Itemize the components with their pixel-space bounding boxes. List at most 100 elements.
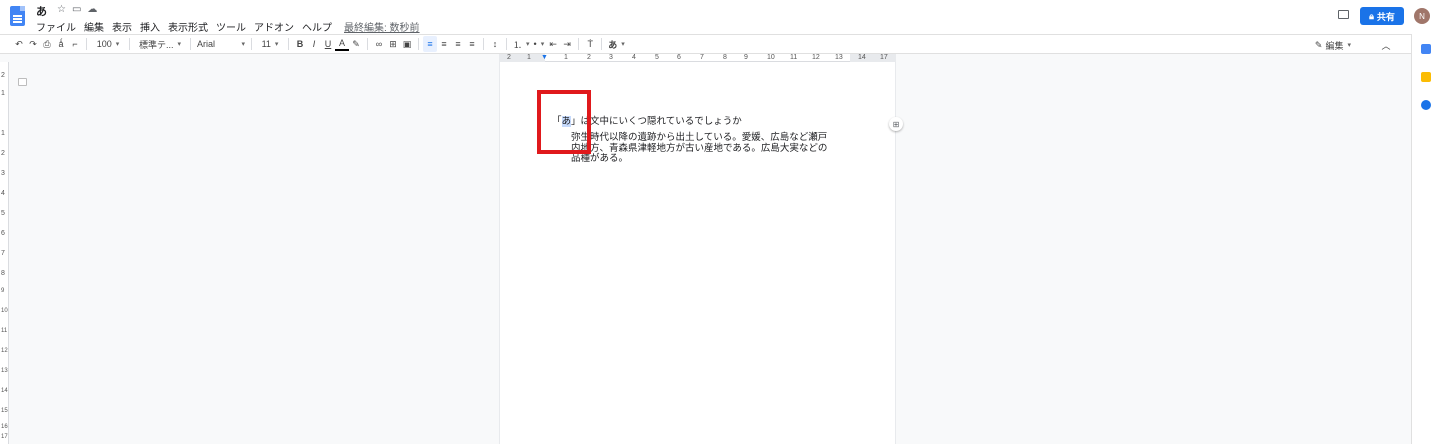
align-justify-icon[interactable]: ≡ <box>465 36 479 52</box>
ruler-tick: 17 <box>1 434 8 440</box>
last-edit-link[interactable]: 最終編集: 数秒前 <box>344 19 420 34</box>
ruler-tick: 9 <box>1 288 5 294</box>
menu-view[interactable]: 表示 <box>112 19 132 34</box>
paint-format-icon[interactable]: ⌐ <box>68 36 82 52</box>
text-color-button[interactable]: A <box>335 38 349 51</box>
toolbar-divider <box>483 38 484 50</box>
insert-comment-icon[interactable]: ⊞ <box>386 36 400 52</box>
side-panel <box>1411 34 1440 444</box>
ruler-tick: 13 <box>1 368 8 374</box>
lock-icon: 🔒︎ <box>1369 10 1374 21</box>
document-paragraph[interactable]: 弥生時代以降の遺跡から出土している。愛媛、広島など瀬戸内地方、青森県津軽地方が古… <box>571 132 836 165</box>
tasks-icon[interactable] <box>1421 100 1431 110</box>
editing-mode-select[interactable]: ✎ 編集 <box>1313 37 1353 53</box>
indent-marker-icon[interactable]: ▼ <box>541 54 548 62</box>
ruler-tick: 5 <box>655 54 659 61</box>
pencil-icon: ✎ <box>1314 39 1323 50</box>
move-folder-icon[interactable]: ▭ <box>72 4 81 15</box>
spellcheck-icon[interactable]: ǻ <box>54 36 68 52</box>
ruler-tick: 8 <box>1 270 5 277</box>
input-tools-select[interactable]: あ <box>606 36 627 52</box>
formatting-toolbar: ↶ ↷ ⎙ ǻ ⌐ 100 標準テ... Arial 11 B I U A ✎ … <box>0 34 1411 54</box>
ruler-tick: 9 <box>744 54 748 61</box>
editing-mode-label: 編集 <box>1325 40 1344 51</box>
ruler-tick: 8 <box>723 54 727 61</box>
toolbar-divider <box>251 38 252 50</box>
annotation-highlight-box <box>537 90 591 154</box>
star-icon[interactable]: ☆ <box>57 4 66 15</box>
ruler-tick: 3 <box>1 170 5 177</box>
docs-logo-icon[interactable] <box>10 6 25 26</box>
ruler-tick: 14 <box>858 54 866 61</box>
ruler-tick: 10 <box>767 54 775 61</box>
toolbar-divider <box>601 38 603 50</box>
menu-format[interactable]: 表示形式 <box>168 19 208 34</box>
toolbar-divider <box>506 38 507 50</box>
ruler-tick: 10 <box>1 308 8 314</box>
menu-addons[interactable]: アドオン <box>254 19 294 34</box>
undo-icon[interactable]: ↶ <box>12 36 26 52</box>
redo-icon[interactable]: ↷ <box>26 36 40 52</box>
add-comment-icon[interactable]: ⊞ <box>889 117 903 131</box>
document-outline-button[interactable] <box>18 78 27 86</box>
ruler-tick: 5 <box>1 210 5 217</box>
insert-link-icon[interactable]: ∞ <box>372 36 386 52</box>
insert-image-icon[interactable]: ▣ <box>400 36 414 52</box>
highlight-color-icon[interactable]: ✎ <box>349 36 363 52</box>
clear-formatting-icon[interactable]: Ṫ <box>583 36 597 52</box>
toolbar-divider <box>190 38 191 50</box>
keep-icon[interactable] <box>1421 72 1431 82</box>
ruler-tick: 11 <box>1 328 8 334</box>
ruler-tick: 1 <box>527 54 531 61</box>
share-button[interactable]: 🔒︎ 共有 <box>1360 7 1404 25</box>
toolbar-divider <box>129 38 130 50</box>
ruler-margin-left <box>499 54 545 62</box>
collapse-toolbar-icon[interactable]: ︿ <box>1379 37 1393 53</box>
document-title[interactable]: あ <box>36 3 47 19</box>
ruler-tick: 1 <box>1 130 5 137</box>
ruler-tick: 6 <box>1 230 5 237</box>
ruler-tick: 1 <box>1 90 5 97</box>
bulleted-list-icon[interactable]: • <box>532 36 547 52</box>
align-left-icon[interactable]: ≡ <box>423 36 437 52</box>
toolbar-divider <box>288 38 289 50</box>
ruler-tick: 7 <box>1 250 5 257</box>
account-avatar[interactable]: N <box>1414 8 1430 24</box>
vertical-ruler[interactable]: 2 1 1 2 3 4 5 6 7 8 9 10 11 12 13 14 15 … <box>0 62 9 444</box>
ruler-tick: 17 <box>880 54 888 61</box>
numbered-list-icon[interactable]: ⒈ <box>511 36 532 52</box>
menu-tools[interactable]: ツール <box>216 19 246 34</box>
menu-file[interactable]: ファイル <box>36 19 76 34</box>
heading-rest: 」は文中にいくつ隠れているでしょうか <box>571 116 742 127</box>
menu-help[interactable]: ヘルプ <box>302 19 332 34</box>
share-label: 共有 <box>1376 11 1395 22</box>
bold-button[interactable]: B <box>293 36 307 52</box>
font-select[interactable]: Arial <box>195 36 247 52</box>
font-size-select[interactable]: 11 <box>256 36 284 52</box>
horizontal-ruler[interactable]: 2 1 ▼ 1 2 3 4 5 6 7 8 9 10 11 12 13 14 1… <box>499 54 896 62</box>
line-spacing-icon[interactable]: ↕ <box>488 36 502 52</box>
underline-button[interactable]: U <box>321 36 335 52</box>
comment-history-icon[interactable] <box>1338 10 1349 19</box>
ruler-tick: 12 <box>1 348 8 354</box>
ruler-tick: 14 <box>1 388 8 394</box>
ruler-tick: 2 <box>507 54 511 61</box>
document-page[interactable]: 「あ」は文中にいくつ隠れているでしょうか 弥生時代以降の遺跡から出土している。愛… <box>499 62 903 444</box>
menu-insert[interactable]: 挿入 <box>140 19 160 34</box>
ruler-tick: 7 <box>700 54 704 61</box>
ruler-tick: 2 <box>1 150 5 157</box>
decrease-indent-icon[interactable]: ⇤ <box>546 36 560 52</box>
ruler-tick: 2 <box>587 54 591 61</box>
menu-edit[interactable]: 編集 <box>84 19 104 34</box>
ruler-tick: 11 <box>790 54 798 61</box>
calendar-icon[interactable] <box>1421 44 1431 54</box>
paragraph-style-select[interactable]: 標準テ... <box>134 36 186 52</box>
increase-indent-icon[interactable]: ⇥ <box>560 36 574 52</box>
align-right-icon[interactable]: ≡ <box>451 36 465 52</box>
italic-button[interactable]: I <box>307 36 321 52</box>
ruler-margin-right <box>850 54 896 62</box>
align-center-icon[interactable]: ≡ <box>437 36 451 52</box>
cloud-status-icon[interactable]: ☁ <box>87 4 97 15</box>
zoom-select[interactable]: 100 <box>91 36 125 52</box>
print-icon[interactable]: ⎙ <box>40 36 54 52</box>
